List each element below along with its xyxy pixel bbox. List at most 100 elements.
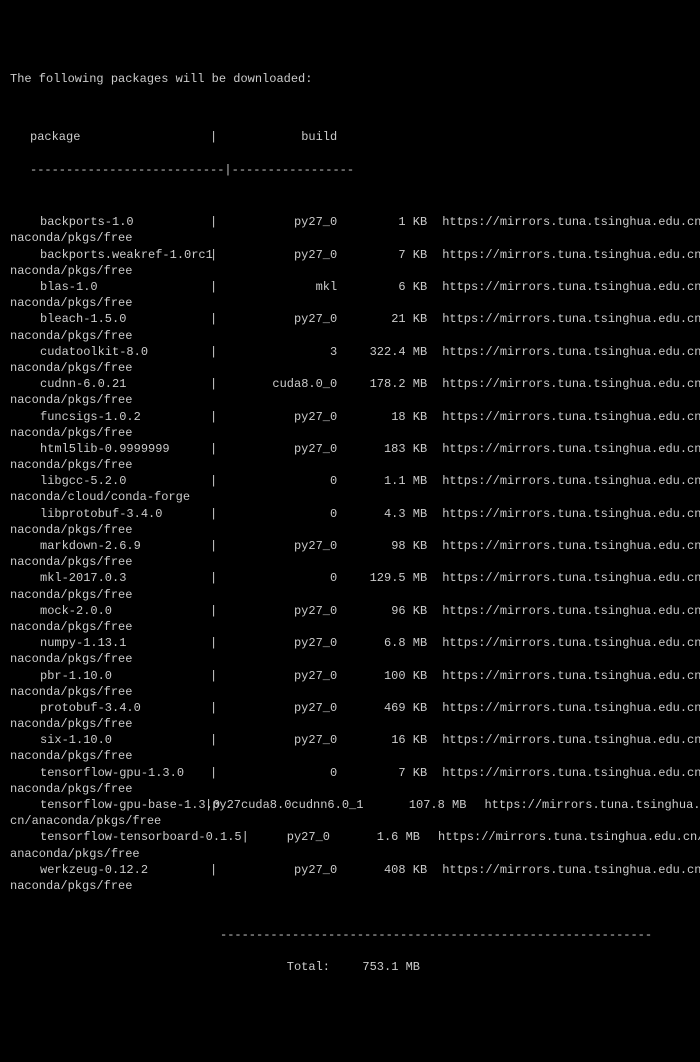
pkg-url: https://mirrors.tuna.tsinghua.edu.cn/a <box>442 473 700 489</box>
pkg-name: tensorflow-gpu-base-1.3.0 <box>10 797 205 813</box>
pkg-build: py27_0 <box>217 862 337 878</box>
package-url-continuation: anaconda/pkgs/free <box>10 846 690 862</box>
pkg-url: https://mirrors.tuna.tsinghua.edu.cn/a <box>442 570 700 586</box>
pkg-size: 178.2 MB <box>347 376 427 392</box>
pkg-size: 21 KB <box>347 311 427 327</box>
pkg-url: https://mirrors.tuna.tsinghua.edu.cn/a <box>442 635 700 651</box>
pkg-name: libprotobuf-3.4.0 <box>10 506 210 522</box>
pkg-size: 7 KB <box>347 765 427 781</box>
pkg-url: https://mirrors.tuna.tsinghua.edu.cn/a <box>442 700 700 716</box>
pkg-url: https://mirrors.tuna.tsinghua.edu.cn/a <box>442 247 700 263</box>
package-url-continuation: cn/anaconda/pkgs/free <box>10 813 690 829</box>
column-header: package|build <box>10 129 690 145</box>
package-url-continuation: naconda/pkgs/free <box>10 295 690 311</box>
package-row: libgcc-5.2.0|01.1 MBhttps://mirrors.tuna… <box>10 473 690 489</box>
package-url-continuation: naconda/pkgs/free <box>10 360 690 376</box>
package-row: tensorflow-gpu-base-1.3.0|py27cuda8.0cud… <box>10 797 690 813</box>
package-url-continuation: naconda/pkgs/free <box>10 619 690 635</box>
package-row: markdown-2.6.9|py27_098 KBhttps://mirror… <box>10 538 690 554</box>
total-divider: ----------------------------------------… <box>10 927 690 943</box>
package-url-continuation: naconda/pkgs/free <box>10 684 690 700</box>
pkg-build: py27_0 <box>217 409 337 425</box>
pkg-build: py27_0 <box>217 538 337 554</box>
pkg-name: funcsigs-1.0.2 <box>10 409 210 425</box>
package-url-continuation: naconda/pkgs/free <box>10 651 690 667</box>
package-row: libprotobuf-3.4.0|04.3 MBhttps://mirrors… <box>10 506 690 522</box>
package-row: blas-1.0|mkl6 KBhttps://mirrors.tuna.tsi… <box>10 279 690 295</box>
pkg-size: 1.6 MB <box>340 829 420 845</box>
pkg-name: mock-2.0.0 <box>10 603 210 619</box>
package-row: bleach-1.5.0|py27_021 KBhttps://mirrors.… <box>10 311 690 327</box>
pkg-size: 469 KB <box>347 700 427 716</box>
pkg-build: 3 <box>217 344 337 360</box>
pkg-name: mkl-2017.0.3 <box>10 570 210 586</box>
pkg-build: py27_0 <box>217 829 330 845</box>
pkg-name: protobuf-3.4.0 <box>10 700 210 716</box>
pkg-name: numpy-1.13.1 <box>10 635 210 651</box>
pkg-name: markdown-2.6.9 <box>10 538 210 554</box>
pkg-url: https://mirrors.tuna.tsinghua.edu.cn/a <box>442 409 700 425</box>
package-row: html5lib-0.9999999|py27_0183 KBhttps://m… <box>10 441 690 457</box>
package-url-continuation: naconda/pkgs/free <box>10 748 690 764</box>
pkg-size: 16 KB <box>347 732 427 748</box>
pkg-build: py27_0 <box>217 635 337 651</box>
pkg-url-cont: naconda/pkgs/free <box>10 749 132 763</box>
pkg-url: https://mirrors.tuna.tsinghua.edu.cn/a <box>442 279 700 295</box>
pkg-build: py27_0 <box>217 441 337 457</box>
pkg-size: 1 KB <box>347 214 427 230</box>
pkg-build: mkl <box>217 279 337 295</box>
package-url-continuation: naconda/pkgs/free <box>10 878 690 894</box>
pkg-name: pbr-1.10.0 <box>10 668 210 684</box>
total-row: Total:753.1 MB <box>10 959 690 975</box>
pkg-url: https://mirrors.tuna.tsinghua.edu.cn/a <box>442 441 700 457</box>
pkg-url-cont: naconda/pkgs/free <box>10 426 132 440</box>
package-row: funcsigs-1.0.2|py27_018 KBhttps://mirror… <box>10 409 690 425</box>
pkg-url-cont: naconda/pkgs/free <box>10 685 132 699</box>
pkg-build: py27_0 <box>217 603 337 619</box>
pkg-size: 98 KB <box>347 538 427 554</box>
package-url-continuation: naconda/pkgs/free <box>10 425 690 441</box>
pkg-url: https://mirrors.tuna.tsinghua.edu.cn/a <box>442 732 700 748</box>
pkg-size: 7 KB <box>347 247 427 263</box>
pkg-size: 18 KB <box>347 409 427 425</box>
pkg-url: https://mirrors.tuna.tsinghua.edu.cn/a <box>442 344 700 360</box>
col-build: build <box>217 129 337 145</box>
package-url-continuation: naconda/pkgs/free <box>10 328 690 344</box>
pkg-url-cont: naconda/pkgs/free <box>10 458 132 472</box>
package-row: tensorflow-tensorboard-0.1.5|py27_01.6 M… <box>10 829 690 845</box>
package-row: cudatoolkit-8.0|3322.4 MBhttps://mirrors… <box>10 344 690 360</box>
pkg-url-cont: cn/anaconda/pkgs/free <box>10 814 161 828</box>
pkg-name: cudnn-6.0.21 <box>10 376 210 392</box>
pkg-url-cont: naconda/cloud/conda-forge <box>10 490 190 504</box>
package-url-continuation: naconda/pkgs/free <box>10 392 690 408</box>
pkg-build: py27_0 <box>217 732 337 748</box>
pkg-size: 129.5 MB <box>347 570 427 586</box>
package-row: backports-1.0|py27_01 KBhttps://mirrors.… <box>10 214 690 230</box>
pkg-name: tensorflow-gpu-1.3.0 <box>10 765 210 781</box>
pkg-url: https://mirrors.tuna.tsinghua.edu.cn/a <box>442 603 700 619</box>
pkg-url: https://mirrors.tuna.tsinghua.edu.cn/ <box>438 829 700 845</box>
pkg-size: 408 KB <box>347 862 427 878</box>
package-url-continuation: naconda/pkgs/free <box>10 587 690 603</box>
pkg-url-cont: naconda/pkgs/free <box>10 555 132 569</box>
pkg-build: |py27cuda8.0cudnn6.0_1 <box>205 798 363 812</box>
package-url-continuation: naconda/pkgs/free <box>10 554 690 570</box>
pkg-build: py27_0 <box>217 668 337 684</box>
package-url-continuation: naconda/pkgs/free <box>10 716 690 732</box>
pkg-build: py27_0 <box>217 700 337 716</box>
divider: ---------------------------|------------… <box>10 162 690 178</box>
pkg-build: py27_0 <box>217 247 337 263</box>
pkg-build: 0 <box>217 473 337 489</box>
package-row: mock-2.0.0|py27_096 KBhttps://mirrors.tu… <box>10 603 690 619</box>
package-row: tensorflow-gpu-1.3.0|07 KBhttps://mirror… <box>10 765 690 781</box>
pkg-url-cont: naconda/pkgs/free <box>10 523 132 537</box>
pkg-url-cont: naconda/pkgs/free <box>10 588 132 602</box>
pkg-url-cont: naconda/pkgs/free <box>10 782 132 796</box>
total-value: 753.1 MB <box>340 959 420 975</box>
pkg-size: 96 KB <box>347 603 427 619</box>
pkg-build: cuda8.0_0 <box>217 376 337 392</box>
pkg-url-cont: naconda/pkgs/free <box>10 717 132 731</box>
pkg-url: https://mirrors.tuna.tsinghua.edu.cn/a <box>442 862 700 878</box>
package-url-continuation: naconda/pkgs/free <box>10 457 690 473</box>
pkg-url-cont: anaconda/pkgs/free <box>10 847 140 861</box>
